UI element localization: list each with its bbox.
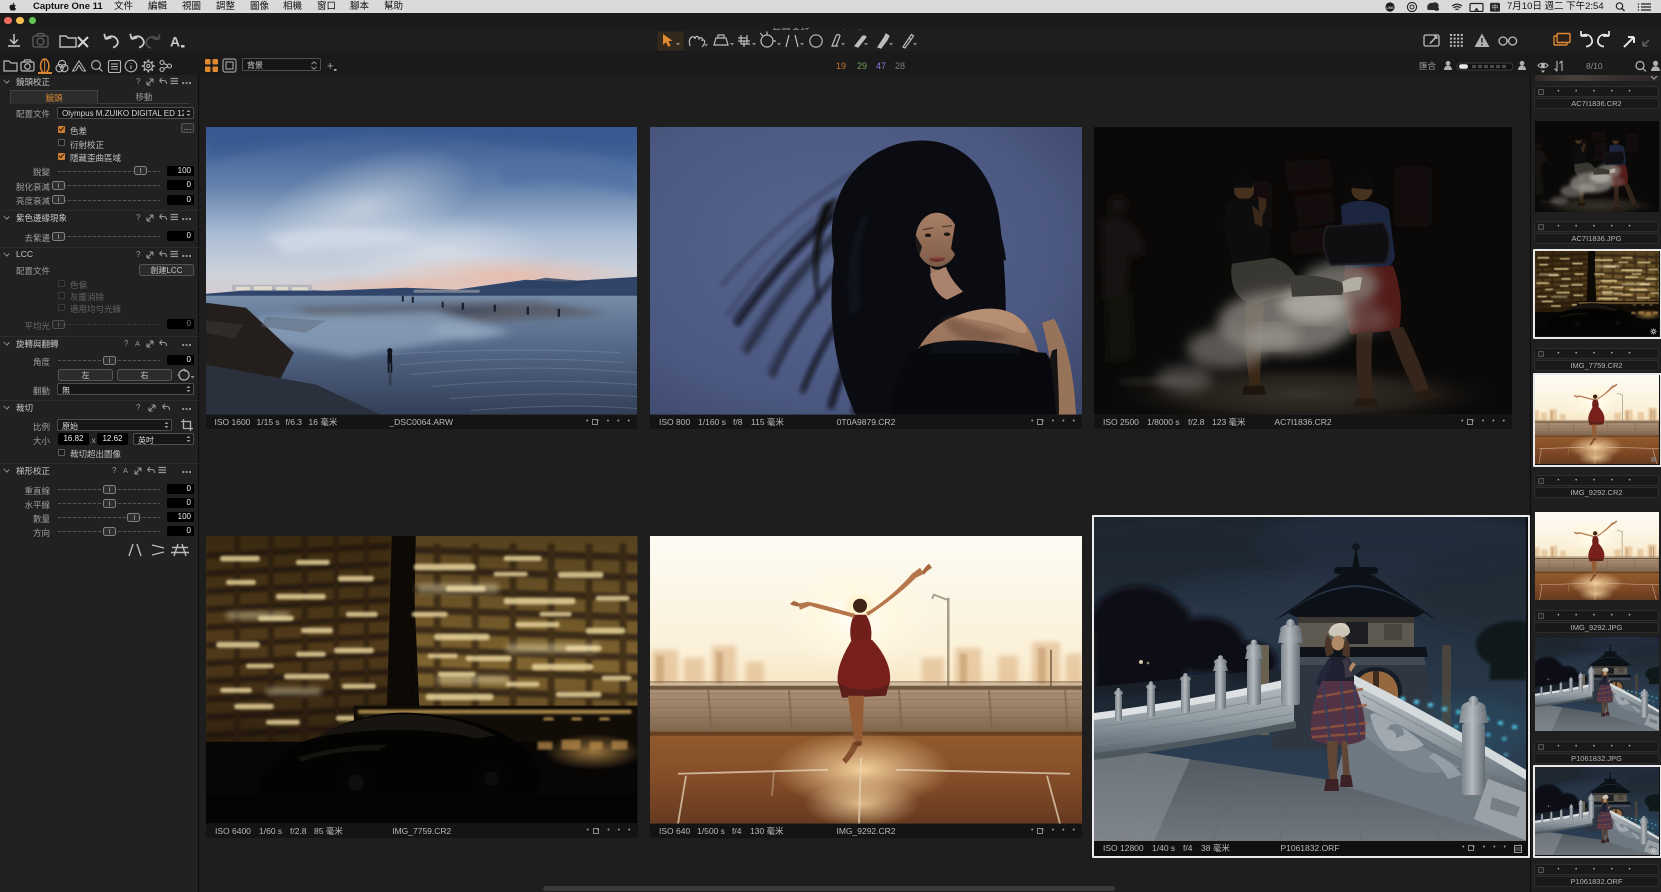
svg-text:29: 29	[857, 61, 867, 71]
svg-text:8/10: 8/10	[1586, 61, 1603, 71]
svg-text:匯合: 匯合	[1419, 61, 1437, 71]
svg-text:LINE: LINE	[1386, 6, 1394, 10]
svg-text:28: 28	[895, 61, 905, 71]
svg-text:A: A	[170, 34, 180, 50]
svg-text:中: 中	[1492, 3, 1499, 12]
svg-text:+: +	[327, 61, 333, 73]
svg-text:19: 19	[836, 61, 846, 71]
svg-text:47: 47	[876, 61, 886, 71]
